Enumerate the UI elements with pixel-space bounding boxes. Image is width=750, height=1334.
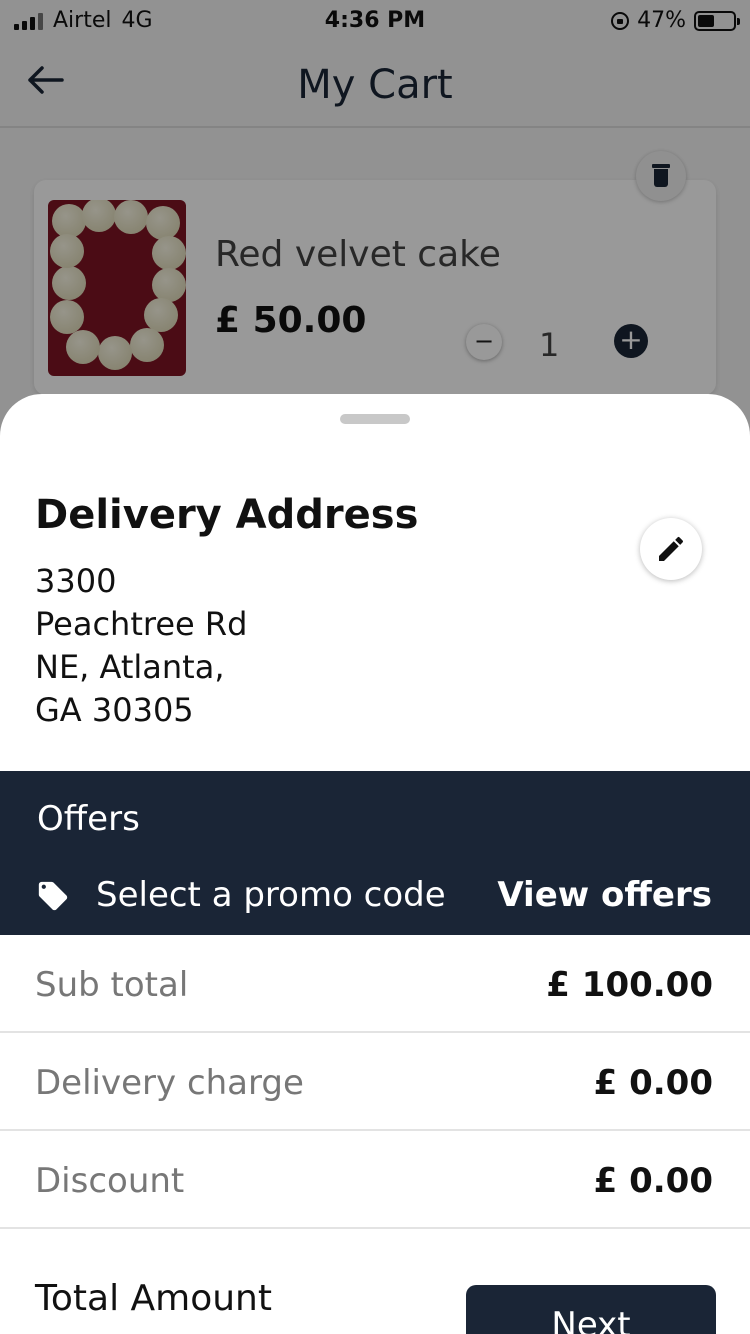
delivery-charge-label: Delivery charge xyxy=(35,1063,304,1103)
delivery-charge-row: Delivery charge £ 0.00 xyxy=(0,1033,750,1131)
offers-title: Offers xyxy=(37,799,140,839)
edit-address-button[interactable] xyxy=(640,518,702,580)
address-line: GA 30305 xyxy=(35,691,194,729)
delivery-charge-value: £ 0.00 xyxy=(593,1063,713,1103)
next-button[interactable]: Next xyxy=(466,1285,716,1334)
discount-row: Discount £ 0.00 xyxy=(0,1131,750,1229)
address-line: Peachtree Rd xyxy=(35,605,248,643)
offers-section: Offers Select a promo code View offers xyxy=(0,771,750,935)
sheet-drag-handle[interactable] xyxy=(340,414,410,424)
total-amount-label: Total Amount xyxy=(35,1278,272,1319)
promo-code-placeholder: Select a promo code xyxy=(96,875,446,915)
pencil-icon xyxy=(659,536,684,561)
subtotal-label: Sub total xyxy=(35,965,189,1005)
checkout-sheet: Delivery Address 3300 Peachtree Rd NE, A… xyxy=(0,394,750,1334)
subtotal-value: £ 100.00 xyxy=(546,965,713,1005)
view-offers-link[interactable]: View offers xyxy=(497,875,712,915)
delivery-address-title: Delivery Address xyxy=(35,492,419,538)
subtotal-row: Sub total £ 100.00 xyxy=(0,935,750,1033)
discount-value: £ 0.00 xyxy=(593,1161,713,1201)
address-line: NE, Atlanta, xyxy=(35,648,225,686)
tag-icon xyxy=(38,881,68,911)
address-line: 3300 xyxy=(35,562,117,600)
discount-label: Discount xyxy=(35,1161,185,1201)
promo-code-row[interactable]: Select a promo code View offers xyxy=(0,857,750,935)
